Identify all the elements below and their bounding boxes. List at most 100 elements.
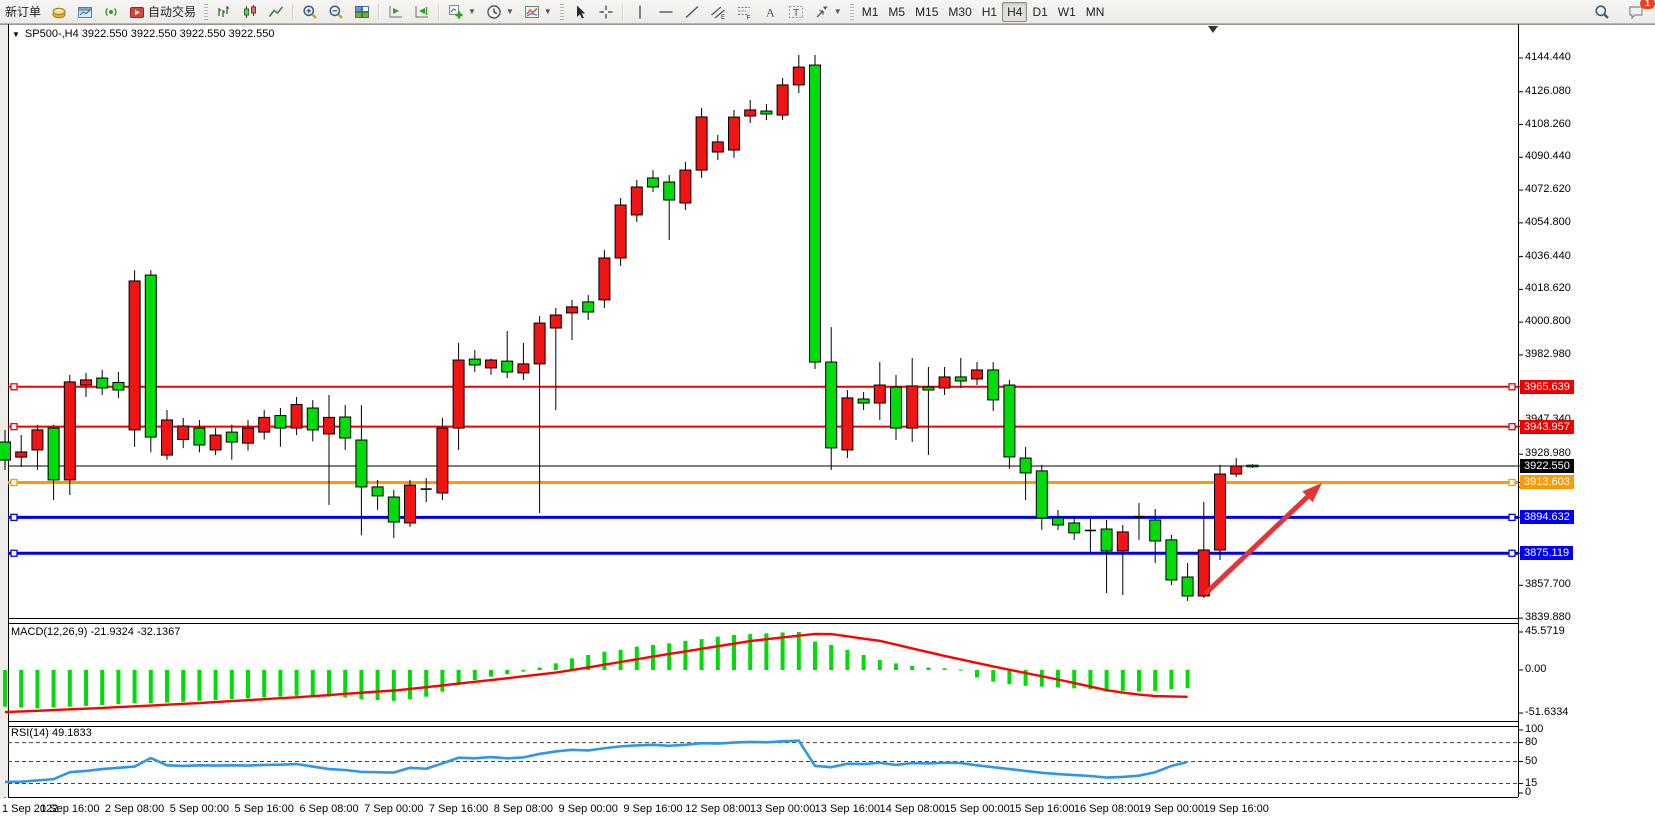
time-tick-label: 13 Sep 00:00 [750, 803, 815, 815]
chevron-down-icon[interactable]: ▼ [506, 7, 514, 16]
tf-m1[interactable]: M1 [857, 2, 884, 22]
candle-up [729, 117, 740, 150]
horizontal-line-button[interactable] [653, 1, 679, 23]
svg-text:T: T [793, 8, 799, 19]
shapes-icon [814, 4, 830, 20]
macd-tick-label: 0.00 [1525, 663, 1546, 675]
vertical-line-button[interactable] [627, 1, 653, 23]
label-button[interactable]: T [783, 1, 809, 23]
candle-up [1231, 466, 1242, 474]
chat-button[interactable]: 1 [1623, 1, 1649, 23]
tf-h1[interactable]: H1 [977, 2, 1002, 22]
chart-menu-icon[interactable]: ▼ [12, 30, 20, 39]
shapes-button[interactable]: ▼ [809, 1, 847, 23]
price-level-badge: 3875.119 [1520, 546, 1573, 560]
channel-button[interactable]: E [705, 1, 731, 23]
svg-text:A: A [766, 5, 775, 19]
tf-m15[interactable]: M15 [910, 2, 943, 22]
toolbar-group-trade: 新订单 自动交易 [0, 0, 201, 23]
tf-m1-label: M1 [862, 5, 879, 19]
fibonacci-button[interactable]: F [731, 1, 757, 23]
label-icon: T [788, 4, 804, 20]
rsi-indicator-label: RSI(14) 49.1833 [11, 727, 92, 739]
candlestick-button[interactable] [237, 1, 263, 23]
signal-icon-icon [103, 4, 119, 20]
tf-d1[interactable]: D1 [1027, 2, 1052, 22]
candle-down [307, 408, 318, 430]
new-order-button-label: 新订单 [5, 3, 41, 20]
cursor-button[interactable] [567, 1, 593, 23]
search-button[interactable] [1589, 1, 1615, 23]
time-axis[interactable]: 1 Sep 20221 Sep 16:002 Sep 08:005 Sep 00… [0, 798, 1655, 822]
macd-panel [3, 632, 1190, 712]
time-tick-label: 8 Sep 08:00 [494, 803, 553, 815]
candle-up [615, 205, 626, 258]
quote-line: ▼ SP500-,H4 3922.550 3922.550 3922.550 3… [12, 28, 274, 40]
templates-button[interactable]: ▼ [519, 1, 557, 23]
chart-window: ▼ SP500-,H4 3922.550 3922.550 3922.550 3… [0, 24, 1655, 822]
candle-down [97, 378, 108, 388]
toolbar-separator [850, 4, 854, 20]
tile-windows-button[interactable] [349, 1, 375, 23]
svg-text:E: E [721, 15, 725, 20]
candle-down [1150, 520, 1161, 541]
candle-down [226, 432, 237, 442]
tf-m5[interactable]: M5 [883, 2, 910, 22]
market-watch-icon[interactable] [72, 1, 98, 23]
auto-scroll-button[interactable] [383, 1, 409, 23]
price-axis[interactable]: 4144.4404126.0804108.2604090.4404072.620… [1518, 24, 1655, 797]
trendline-icon [684, 4, 700, 20]
price-tick-label: 3928.980 [1525, 447, 1571, 459]
candle-up [453, 360, 464, 428]
candle-up [534, 323, 545, 364]
candle-up [178, 426, 189, 439]
chevron-down-icon[interactable]: ▼ [834, 7, 842, 16]
time-tick-label: 9 Sep 16:00 [623, 803, 682, 815]
tf-mn[interactable]: MN [1081, 2, 1110, 22]
price-tick-label: 4072.620 [1525, 183, 1571, 195]
candle-up [64, 382, 75, 480]
trendline-button[interactable] [679, 1, 705, 23]
text-button[interactable]: A [757, 1, 783, 23]
chevron-down-icon[interactable]: ▼ [544, 7, 552, 16]
macd-tick-label: 45.5719 [1525, 625, 1565, 637]
chart-shift-button[interactable] [409, 1, 435, 23]
candle-down [923, 387, 934, 390]
time-tick-label: 2 Sep 08:00 [105, 803, 164, 815]
gold-coins-icon-icon [51, 4, 67, 20]
chevron-down-icon[interactable]: ▼ [468, 7, 476, 16]
candle-down [48, 428, 59, 480]
price-tick-label: 4054.800 [1525, 216, 1571, 228]
time-tick-label: 7 Sep 00:00 [364, 803, 423, 815]
time-tick-label: 15 Sep 00:00 [944, 803, 1009, 815]
chart-shift-marker[interactable] [1208, 26, 1218, 33]
bar-chart-button[interactable] [211, 1, 237, 23]
gold-coins-icon[interactable] [46, 1, 72, 23]
price-tick-label: 4126.080 [1525, 85, 1571, 97]
candle-down [1004, 385, 1015, 457]
signal-icon[interactable] [98, 1, 124, 23]
line-chart-button[interactable] [263, 1, 289, 23]
rsi-tick-label: 80 [1525, 736, 1537, 748]
horizontal-levels[interactable] [8, 384, 1518, 556]
tf-m30[interactable]: M30 [943, 2, 976, 22]
time-tick-label: 14 Sep 08:00 [879, 803, 944, 815]
crosshair-button[interactable] [593, 1, 619, 23]
new-order-button[interactable]: 新订单 [0, 0, 46, 23]
vertical-line-icon [632, 4, 648, 20]
svg-text:F: F [746, 14, 750, 20]
zoom-out-button[interactable] [323, 1, 349, 23]
periods-button[interactable]: ▼ [481, 1, 519, 23]
toolbar-right: 1 [1589, 1, 1655, 23]
tf-w1[interactable]: W1 [1053, 2, 1081, 22]
candle-up [1117, 532, 1128, 551]
auto-trading-button[interactable]: 自动交易 [124, 0, 201, 23]
notification-badge: 1 [1640, 0, 1655, 9]
candle-up [567, 307, 578, 313]
chart-canvas[interactable] [0, 24, 1655, 822]
candle-up [777, 85, 788, 115]
price-tick-label: 3839.880 [1525, 611, 1571, 623]
tf-h4[interactable]: H4 [1002, 2, 1027, 22]
indicators-button[interactable]: ▼ [443, 1, 481, 23]
zoom-in-button[interactable] [297, 1, 323, 23]
